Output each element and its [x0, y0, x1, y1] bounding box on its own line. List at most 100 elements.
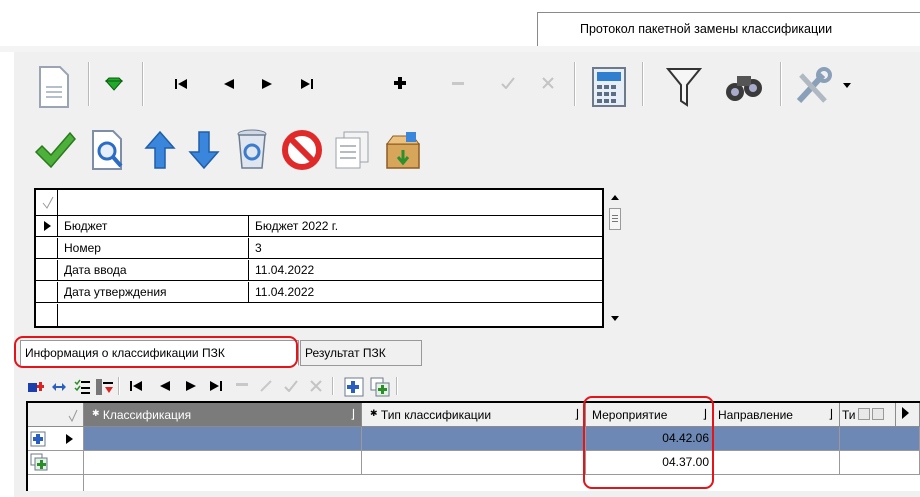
preview-icon[interactable]: [88, 128, 128, 172]
row-indicator: [28, 475, 84, 491]
record-properties-grid[interactable]: Бюджет Бюджет 2022 г. Номер 3 Дата ввода…: [34, 188, 604, 328]
action-toolbar: [14, 118, 920, 184]
property-row[interactable]: Бюджет Бюджет 2022 г.: [36, 216, 602, 237]
row-indicator: [28, 427, 84, 451]
grid-edit-icon[interactable]: [260, 380, 272, 392]
arrow-down-icon[interactable]: [186, 128, 222, 172]
copy-icon[interactable]: [332, 128, 372, 172]
cancel-record-icon[interactable]: [538, 72, 558, 94]
cell-direction[interactable]: [714, 427, 840, 451]
cell-ti[interactable]: [840, 451, 920, 475]
main-toolbar: [14, 52, 920, 118]
property-row[interactable]: Номер 3: [36, 238, 602, 259]
property-value[interactable]: 3: [248, 238, 602, 258]
row-indicator: [36, 260, 58, 280]
prev-record-icon[interactable]: [220, 74, 238, 94]
insert-row-icon[interactable]: [28, 380, 44, 394]
stop-icon[interactable]: [280, 128, 324, 172]
highlight-event-column-annotation: [583, 396, 714, 489]
current-row-icon: [66, 434, 73, 444]
classification-grid[interactable]: ✱ Классификация ⌋ ✱ Тип классификации ⌋ …: [26, 401, 920, 491]
sort-handle-icon: ⌋: [574, 407, 579, 421]
tab-pzk-result[interactable]: Результат ПЗК: [300, 340, 422, 366]
grid-toolbar: [14, 372, 920, 400]
archive-box-icon[interactable]: [382, 128, 424, 172]
post-record-icon[interactable]: [498, 72, 518, 94]
column-header-classification[interactable]: ✱ Классификация ⌋: [84, 403, 362, 427]
required-marker-icon: ✱: [92, 408, 100, 418]
list-select-icon[interactable]: [74, 379, 90, 395]
table-row[interactable]: 04.37.00: [28, 451, 920, 475]
scroll-up-icon: [611, 195, 619, 200]
grid-post-icon[interactable]: [284, 380, 298, 392]
funnel-icon[interactable]: [664, 64, 704, 110]
cell-type[interactable]: [362, 451, 586, 475]
scroll-right-icon[interactable]: [872, 408, 884, 420]
grid-cancel-icon[interactable]: [310, 380, 322, 392]
cell-classification[interactable]: [84, 427, 362, 451]
cell-classification[interactable]: [84, 451, 362, 475]
required-marker-icon: ✱: [370, 408, 378, 418]
add-sibling-row-icon: [30, 453, 48, 471]
grid-delete-icon[interactable]: [236, 383, 248, 387]
expand-collapse-icon[interactable]: [52, 380, 66, 394]
column-title: Классификация: [102, 408, 192, 422]
scroll-left-icon[interactable]: [858, 408, 870, 420]
scroll-thumb[interactable]: [609, 208, 621, 230]
binoculars-icon[interactable]: [720, 64, 768, 110]
property-row[interactable]: Дата ввода 11.04.2022: [36, 260, 602, 281]
recycle-bin-icon[interactable]: [232, 126, 272, 174]
grid-prev-icon[interactable]: [160, 381, 170, 391]
table-row[interactable]: 04.42.06: [28, 427, 920, 451]
document-icon[interactable]: [36, 64, 72, 110]
column-filter-icon[interactable]: [96, 379, 114, 395]
tab-label: Результат ПЗК: [305, 346, 386, 360]
row-indicator: [36, 238, 58, 258]
row-indicator: [36, 304, 58, 326]
cell-direction[interactable]: [714, 451, 840, 475]
property-name: Бюджет: [64, 219, 108, 233]
delete-record-icon[interactable]: [448, 74, 468, 94]
more-columns-icon: [902, 407, 909, 419]
cell-type[interactable]: [362, 427, 586, 451]
properties-scrollbar[interactable]: [606, 188, 624, 328]
property-name: Дата ввода: [64, 263, 127, 277]
check-mark-icon: [42, 196, 54, 209]
column-title: Ти: [842, 408, 856, 422]
tools-icon[interactable]: [790, 64, 836, 110]
grid-first-icon[interactable]: [130, 381, 142, 391]
window-tab[interactable]: Протокол пакетной замены классификации: [537, 12, 920, 46]
property-row[interactable]: Дата утверждения 11.04.2022: [36, 282, 602, 303]
window-tab-title: Протокол пакетной замены классификации: [580, 22, 833, 36]
grid-indicator-header: [28, 403, 84, 427]
row-indicator: [36, 216, 58, 236]
cell-ti[interactable]: [840, 427, 920, 451]
property-value[interactable]: Бюджет 2022 г.: [248, 216, 602, 236]
expand-row-icon: [30, 431, 46, 447]
check-mark-icon: [68, 409, 78, 423]
last-record-icon[interactable]: [298, 74, 316, 94]
filter-diamond-icon[interactable]: [102, 74, 126, 94]
properties-header: [36, 190, 602, 216]
header-indicator-cell: [36, 190, 58, 215]
sort-handle-icon: ⌋: [350, 407, 355, 421]
grid-last-icon[interactable]: [210, 381, 222, 391]
checkmark-icon[interactable]: [32, 128, 78, 172]
property-name: Номер: [64, 241, 101, 255]
next-record-icon[interactable]: [258, 74, 276, 94]
first-record-icon[interactable]: [172, 74, 190, 94]
calculator-icon[interactable]: [589, 64, 629, 110]
add-child-icon[interactable]: [344, 377, 364, 397]
add-record-icon[interactable]: [390, 72, 410, 94]
sort-handle-icon: ⌋: [828, 407, 833, 421]
add-sibling-icon[interactable]: [370, 377, 390, 397]
column-header-ti[interactable]: Ти: [840, 403, 896, 427]
column-header-direction[interactable]: Направление ⌋: [714, 403, 840, 427]
column-header-type[interactable]: ✱ Тип классификации ⌋: [362, 403, 586, 427]
dropdown-arrow-icon[interactable]: [840, 78, 854, 92]
property-value[interactable]: 11.04.2022: [248, 282, 602, 302]
property-value[interactable]: 11.04.2022: [248, 260, 602, 280]
arrow-up-icon[interactable]: [142, 128, 178, 172]
grid-next-icon[interactable]: [186, 381, 196, 391]
more-columns-button[interactable]: [896, 403, 920, 427]
